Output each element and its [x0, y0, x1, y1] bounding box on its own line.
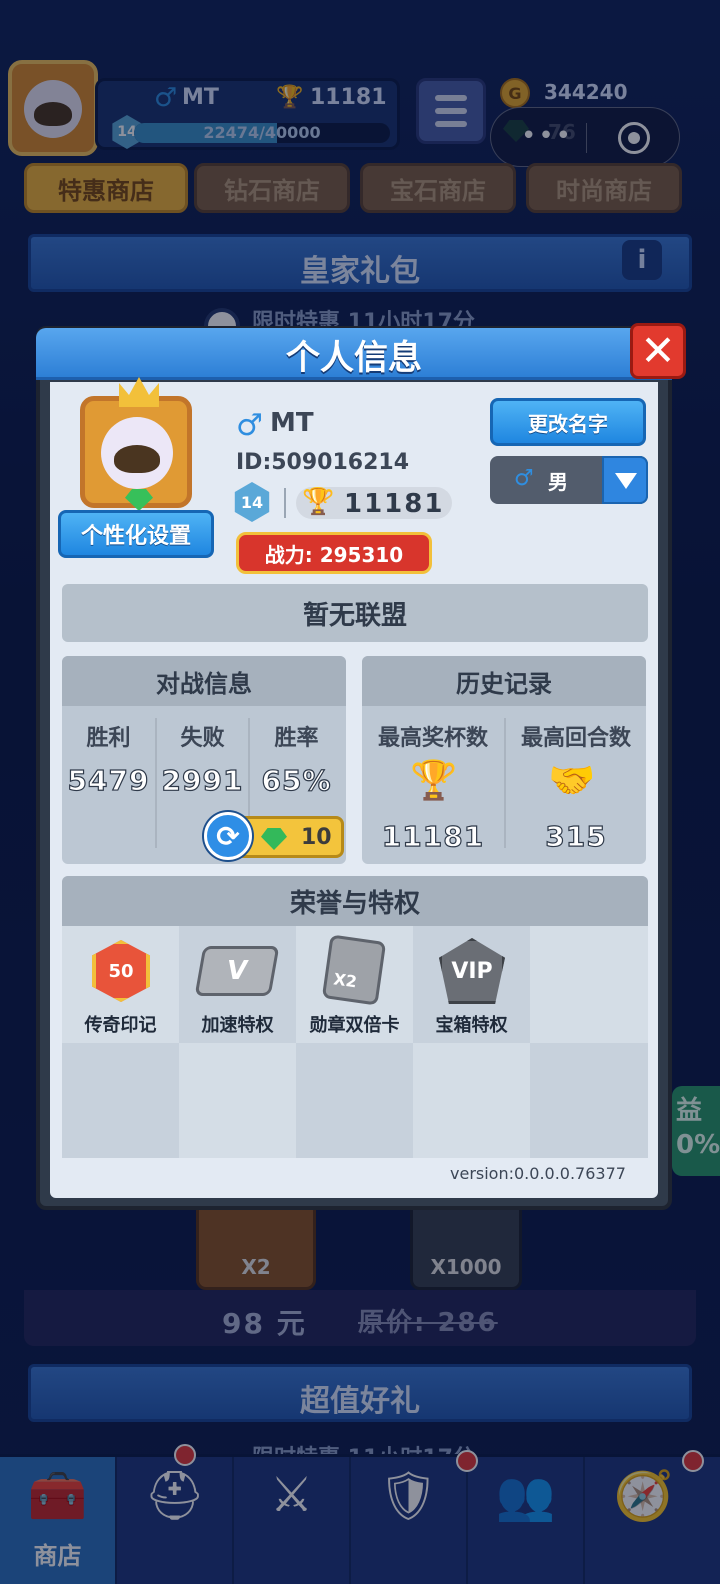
profile-id: ID:509016214 [236, 450, 410, 475]
gem-icon [261, 828, 287, 850]
honor-empty-slot [296, 1043, 413, 1158]
wins-value: 5479 [67, 763, 150, 797]
honor-empty-slot [413, 1043, 530, 1158]
losses-label: 失败 [180, 726, 225, 751]
legend-mark-icon: 50 [92, 940, 150, 1002]
honor-empty-slot [62, 1043, 179, 1158]
rename-button[interactable]: 更改名字 [490, 398, 646, 446]
profile-portrait[interactable] [80, 377, 192, 511]
honors-grid: 50 传奇印记 V 加速特权 X2 勋章双倍卡 VIP 宝箱特权 [62, 926, 648, 1158]
divider [284, 488, 286, 518]
close-button[interactable]: ✕ [630, 323, 686, 379]
speed-card-icon: V [194, 946, 280, 996]
avatar [101, 417, 173, 489]
honor-empty-slot [530, 926, 648, 1043]
combat-power-badge: 战力: 295310 [236, 532, 432, 574]
medal-card-icon: X2 [321, 934, 387, 1006]
male-icon: ♂ [514, 466, 534, 491]
trophy-icon: 🏆 [302, 487, 335, 517]
male-icon: ♂ [236, 408, 263, 443]
wins-label: 胜利 [86, 726, 131, 751]
vip-icon: VIP [439, 938, 505, 1004]
honor-label: 宝箱特权 [435, 1015, 508, 1036]
honor-legend-mark[interactable]: 50 传奇印记 [62, 926, 179, 1043]
personalize-button[interactable]: 个性化设置 [58, 510, 214, 558]
handshake-icon: 🤝 [548, 758, 596, 802]
trophy-count: 11181 [344, 489, 445, 519]
win-rate-value: 65% [261, 763, 332, 797]
honor-double-medal-card[interactable]: X2 勋章双倍卡 [296, 926, 413, 1043]
honor-empty-slot [530, 1043, 648, 1158]
version-text: version:0.0.0.0.76377 [450, 1164, 626, 1183]
honor-label: 加速特权 [201, 1015, 274, 1036]
reset-cost-value: 10 [301, 825, 332, 850]
alliance-status: 暂无联盟 [62, 584, 648, 642]
max-trophies-value: 11181 [381, 819, 485, 853]
history-title: 历史记录 [362, 656, 646, 706]
honors-title: 荣誉与特权 [62, 876, 648, 926]
trophy-pill: 🏆 11181 [296, 487, 452, 519]
honor-speed-privilege[interactable]: V 加速特权 [179, 926, 296, 1043]
battle-info-title: 对战信息 [62, 656, 346, 706]
gem-icon [125, 489, 153, 511]
honor-chest-privilege[interactable]: VIP 宝箱特权 [413, 926, 530, 1043]
losses-value: 2991 [161, 763, 244, 797]
chevron-down-icon[interactable] [602, 456, 648, 504]
max-rounds-label: 最高回合数 [520, 726, 631, 751]
win-rate-label: 胜率 [274, 726, 319, 751]
profile-name: MT [270, 408, 314, 438]
max-rounds-value: 315 [545, 819, 607, 853]
gender-value: 男 [548, 470, 568, 494]
max-trophies-label: 最高奖杯数 [377, 726, 488, 751]
gender-select[interactable]: ♂ 男 [490, 456, 648, 504]
honor-empty-slot [179, 1043, 296, 1158]
refresh-icon[interactable]: ⟳ [204, 812, 252, 860]
honor-label: 勋章双倍卡 [309, 1015, 400, 1036]
trophy-icon: 🏆 [410, 758, 458, 802]
honor-label: 传奇印记 [84, 1015, 157, 1036]
reset-cost[interactable]: 10 [236, 816, 344, 858]
modal-title: 个人信息 [286, 338, 422, 378]
